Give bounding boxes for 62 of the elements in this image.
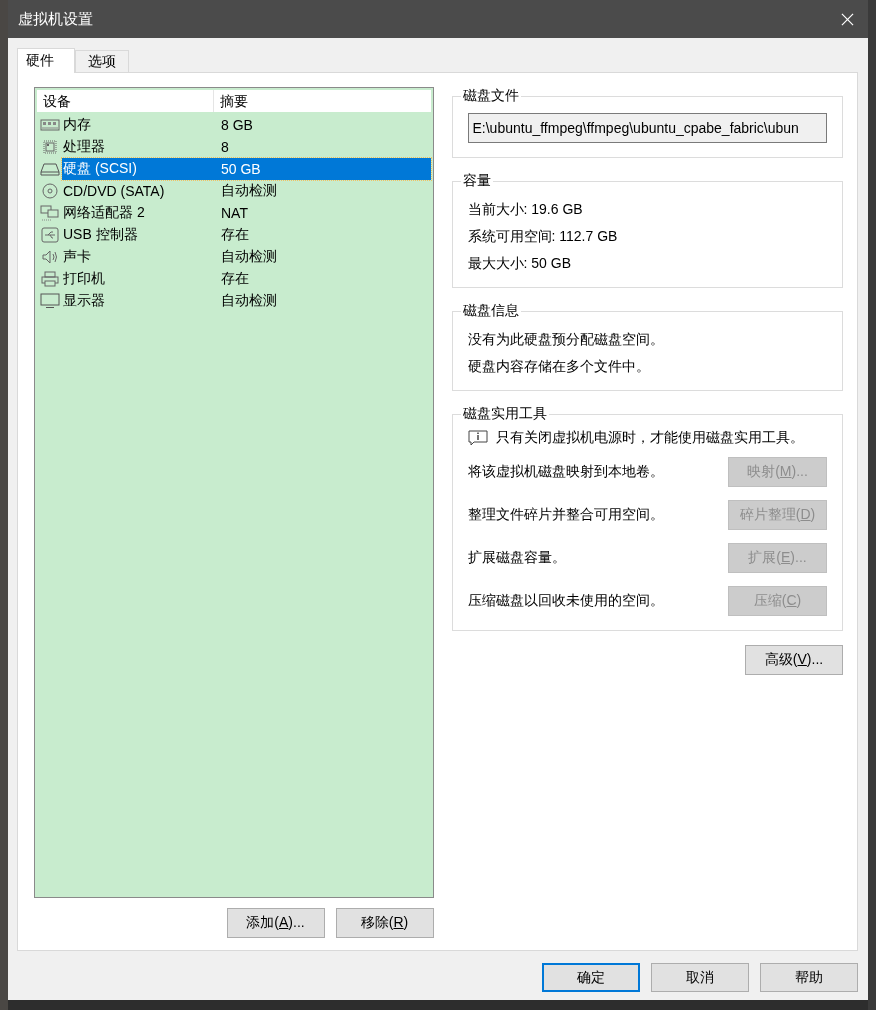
device-name: 声卡: [62, 248, 92, 266]
device-row[interactable]: 打印机 存在: [37, 268, 431, 290]
column-header[interactable]: 摘要: [214, 90, 248, 112]
device-summary: 自动检测: [220, 292, 277, 310]
group-title: 容量: [461, 172, 492, 190]
advanced-button[interactable]: 高级(V)...: [745, 645, 843, 675]
device-summary: 自动检测: [220, 248, 277, 266]
device-summary: 存在: [220, 226, 249, 244]
device-row[interactable]: 显示器 自动检测: [37, 290, 431, 312]
close-icon[interactable]: [841, 12, 854, 26]
notice-text: 只有关闭虚拟机电源时，才能使用磁盘实用工具。: [495, 429, 804, 447]
monitor-icon: [40, 293, 60, 309]
info-text: 硬盘内容存储在多个文件中。: [467, 357, 651, 376]
action-description: 扩展磁盘容量。: [467, 549, 566, 567]
device-name: USB 控制器: [62, 226, 139, 244]
device-summary: NAT: [220, 205, 248, 221]
device-row[interactable]: 网络适配器 2 NAT: [37, 202, 431, 224]
device-summary: 8: [220, 139, 229, 155]
device-name: 内存: [62, 116, 92, 134]
device-name: 打印机: [62, 270, 106, 288]
device-summary: 存在: [220, 270, 249, 288]
usb-icon: [40, 227, 60, 243]
device-row[interactable]: USB 控制器 存在: [37, 224, 431, 246]
list-button[interactable]: 移除(R): [335, 908, 434, 938]
info-text: 没有为此硬盘预分配磁盘空间。: [467, 330, 665, 349]
dialog-button[interactable]: 取消: [651, 963, 749, 992]
window-title: 虚拟机设置: [18, 9, 93, 29]
action-description: 整理文件碎片并整合可用空间。: [467, 506, 664, 524]
device-name: CD/DVD (SATA): [62, 183, 166, 199]
device-name: 处理器: [62, 138, 106, 156]
device-summary: 自动检测: [220, 182, 277, 200]
capacity-text: 系统可用空间: 112.7 GB: [467, 227, 619, 246]
column-header[interactable]: 设备: [37, 90, 214, 112]
printer-icon: [40, 271, 60, 287]
capacity-text: 当前大小: 19.6 GB: [467, 200, 584, 219]
action-description: 将该虚拟机磁盘映射到本地卷。: [467, 463, 664, 481]
device-name: 显示器: [62, 292, 106, 310]
action-description: 压缩磁盘以回收未使用的空间。: [467, 592, 664, 610]
dialog-button[interactable]: 帮助: [760, 963, 858, 992]
chip-icon: [40, 139, 60, 155]
device-row[interactable]: 处理器 8: [37, 136, 431, 158]
network-icon: [40, 205, 60, 221]
device-name: 网络适配器 2: [62, 204, 146, 222]
disc-icon: [40, 183, 60, 199]
memory-icon: [40, 117, 60, 133]
speaker-icon: [40, 249, 60, 265]
tab[interactable]: 选项: [75, 50, 129, 72]
group-title: 磁盘实用工具: [461, 405, 548, 423]
device-row[interactable]: 声卡 自动检测: [37, 246, 431, 268]
dialog-button[interactable]: 确定: [542, 963, 640, 992]
device-row[interactable]: 内存 8 GB: [37, 114, 431, 136]
group-title: 磁盘信息: [461, 302, 520, 320]
device-row[interactable]: CD/DVD (SATA) 自动检测: [37, 180, 431, 202]
capacity-text: 最大大小: 50 GB: [467, 254, 572, 273]
info-icon: [467, 430, 488, 446]
tab[interactable]: 硬件: [17, 48, 75, 73]
device-summary: 8 GB: [220, 117, 253, 133]
device-summary: 50 GB: [220, 161, 261, 177]
device-name: 硬盘 (SCSI): [62, 160, 138, 178]
file-path-field[interactable]: E:\ubuntu_ffmpeg\ffmpeg\ubuntu_cpabe_fabric\ubun: [467, 113, 827, 143]
group-title: 磁盘文件: [461, 87, 520, 105]
list-button[interactable]: 添加(A)...: [226, 908, 325, 938]
